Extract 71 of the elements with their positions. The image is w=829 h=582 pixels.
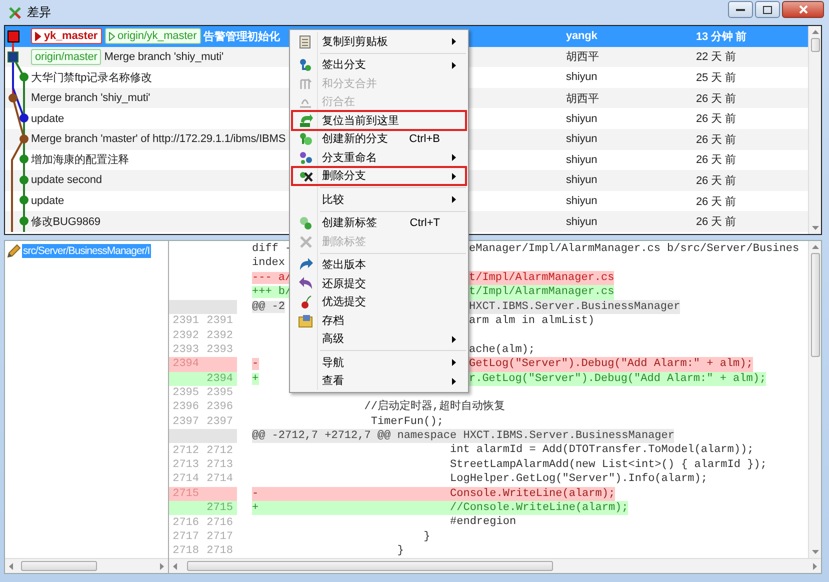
commit-message: update <box>31 195 64 208</box>
commit-message: 告警管理初始化 <box>204 30 280 44</box>
author-text: shiyun <box>566 133 598 146</box>
code-line: #endregion <box>449 515 516 530</box>
code-line: } <box>396 544 404 558</box>
line-number: 2394 <box>172 358 199 370</box>
date-text: 26 天 前 <box>696 174 737 188</box>
author-text: shiyun <box>566 216 598 228</box>
commit-message: 增加海康的配置注释 <box>31 152 130 168</box>
author-text: shiyun <box>566 112 598 125</box>
line-number: 2718 <box>172 545 199 558</box>
date-text: 26 天 前 <box>696 132 737 147</box>
line-number: 2395 <box>206 387 233 400</box>
line-number: 2716 <box>172 516 199 529</box>
line-number: 2714 <box>206 473 233 486</box>
commit-message: update second <box>31 174 102 186</box>
author-text: shiyun <box>566 174 598 186</box>
author-text: 胡西平 <box>566 50 600 64</box>
line-number: 2714 <box>172 473 199 486</box>
commit-message: update <box>31 112 64 125</box>
code-line: int alarmId = Add(DTOTransfer.ToModel(alarm)); <box>449 443 754 458</box>
commit-message: 修改BUG9869 <box>31 215 100 230</box>
date-text: 26 天 前 <box>696 153 737 168</box>
date-text: 26 天 前 <box>696 215 737 230</box>
date-text: 25 天 前 <box>696 70 737 85</box>
date-text: 26 天 前 <box>696 112 737 126</box>
line-number: 2717 <box>206 531 233 543</box>
line-number: 2391 <box>206 315 233 328</box>
code-line: TimerFun(); <box>370 414 444 430</box>
line-number: 2715 <box>172 488 199 500</box>
line-number: 2396 <box>206 401 233 414</box>
code-line: eManager/Impl/AlarmManager.cs b/src/Server/Busines <box>469 242 800 256</box>
line-number: 2392 <box>206 330 233 342</box>
line-number: 2393 <box>172 344 199 356</box>
commit-message: Merge branch 'shiy_muti' <box>31 92 150 104</box>
line-number: 2715 <box>206 502 233 514</box>
line-number: 2713 <box>172 459 199 472</box>
author-text: shiyun <box>566 195 598 208</box>
code-line: StreetLampAlarmAdd(new List<int>() { alarmId }); <box>449 458 767 472</box>
line-number: 2713 <box>206 459 233 472</box>
commit-message: Merge branch 'master' of http://172.29.1.1/ibms/IBMS <box>31 133 286 146</box>
author-text: yangk <box>566 30 598 42</box>
line-number: 2394 <box>206 372 233 385</box>
line-number: 2392 <box>172 330 199 342</box>
date-text: 26 天 前 <box>696 92 737 106</box>
line-number: 2397 <box>206 416 233 428</box>
code-line: } <box>422 530 430 544</box>
commit-message: Merge branch 'shiy_muti' <box>104 50 224 63</box>
line-number: 2718 <box>206 545 233 558</box>
line-number: 2396 <box>172 401 199 414</box>
line-number: 2712 <box>172 444 199 457</box>
date-text: 13 分钟 前 <box>696 30 748 44</box>
code-line: //启动定时器,超时自动恢复 <box>363 400 506 415</box>
code-line: ache(alm); <box>469 342 536 358</box>
line-number: 2395 <box>172 387 199 400</box>
author-text: 胡西平 <box>566 92 600 106</box>
line-number: 2717 <box>172 531 199 543</box>
line-number: 2397 <box>172 416 199 428</box>
line-number: 2712 <box>206 444 233 457</box>
date-text: 26 天 前 <box>696 194 737 209</box>
line-number: 2391 <box>172 315 199 328</box>
line-number: 2393 <box>206 344 233 356</box>
code-line: LogHelper.GetLog("Server").Info(alarm); <box>449 472 708 487</box>
code-line: index <box>252 257 286 270</box>
code-line: arm alm in almList) <box>469 314 594 328</box>
author-text: shiyun <box>566 154 598 166</box>
window-title: 差异 <box>27 4 51 21</box>
author-text: shiyun <box>566 71 598 84</box>
line-number: 2716 <box>206 516 233 529</box>
commit-message: 大华门禁ftp记录名称修改 <box>31 70 152 85</box>
date-text: 22 天 前 <box>696 50 737 64</box>
